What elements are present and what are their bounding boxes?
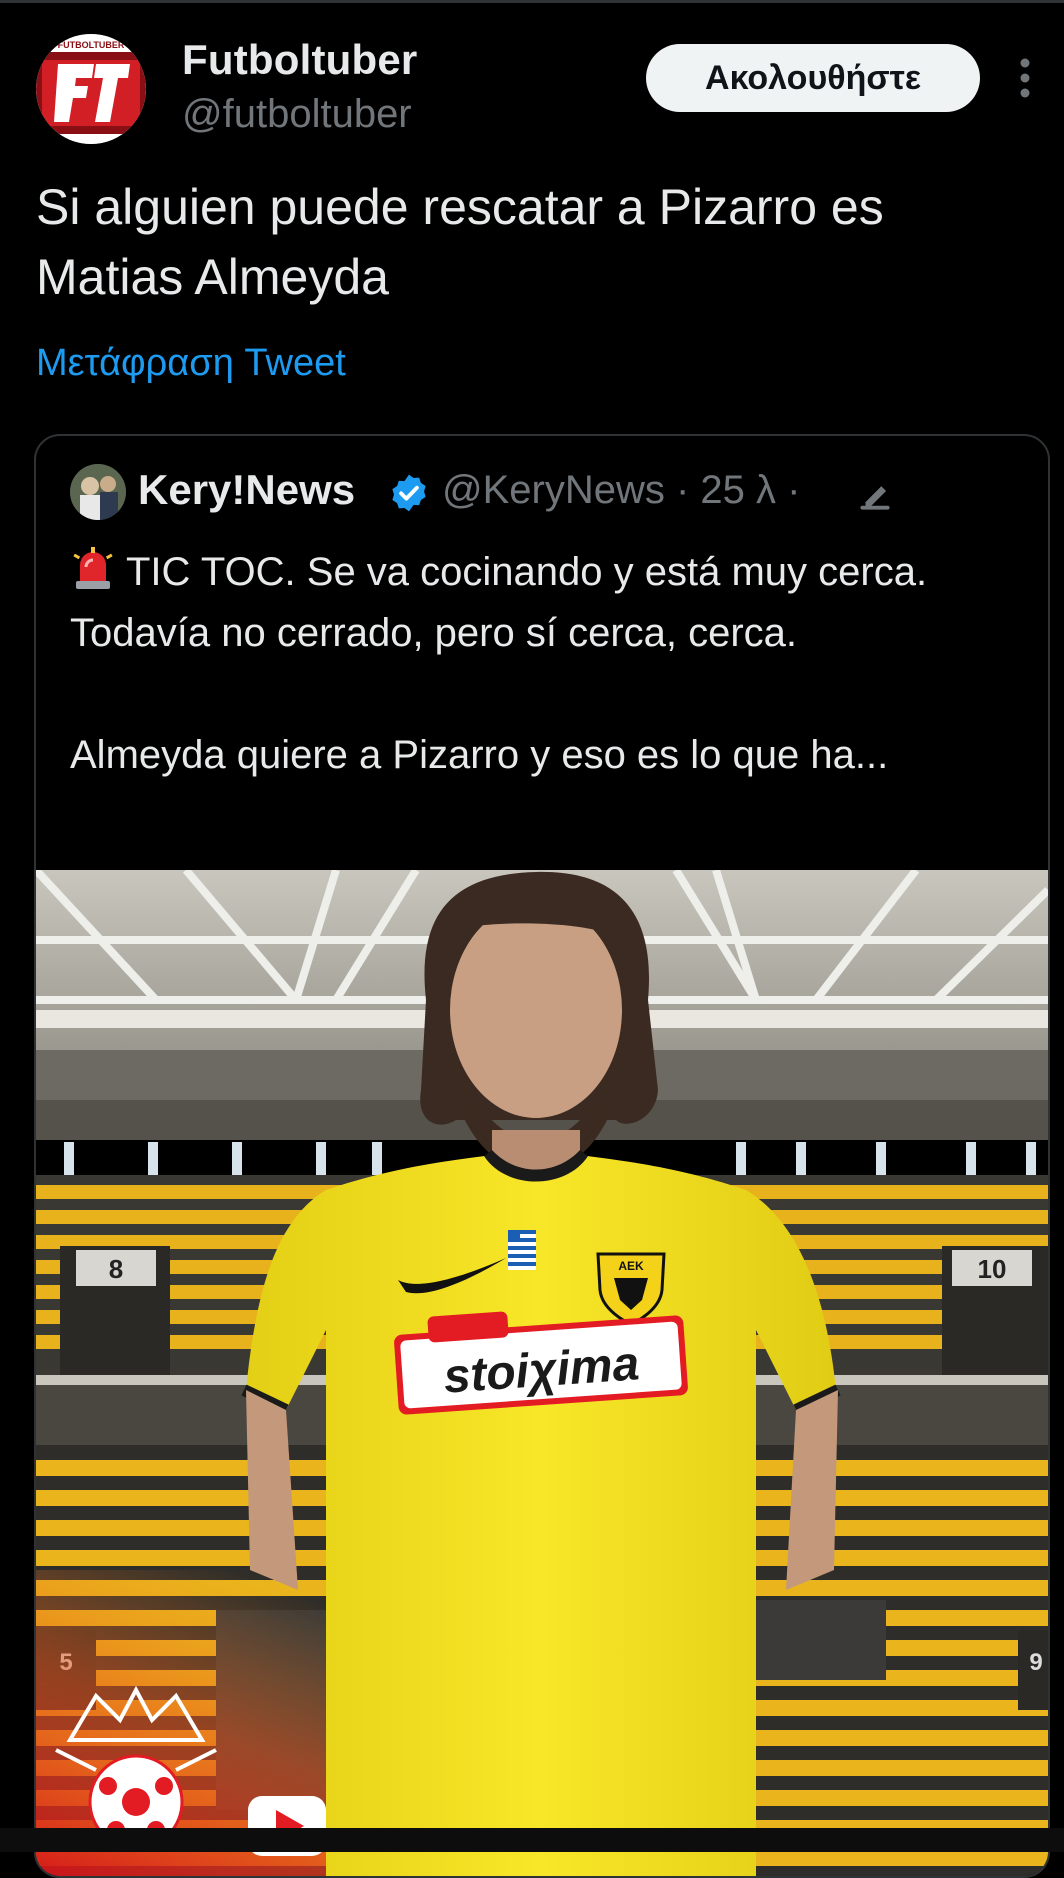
crest-text: ΑΕΚ [618, 1259, 644, 1273]
more-vertical-icon[interactable] [1010, 56, 1040, 100]
police-siren-emoji [70, 545, 116, 591]
kerynews-avatar[interactable] [70, 464, 126, 520]
author-display-name[interactable]: Futboltuber [182, 36, 417, 84]
quoted-timestamp: · 25 λ · [664, 468, 801, 512]
translate-tweet-link[interactable]: Μετάφραση Tweet [36, 342, 346, 385]
quoted-tweet-card[interactable]: Kery!News @KeryNews · 25 λ · TIC TOC. Se… [34, 434, 1050, 1878]
stand-number-bottom-right: 9 [1029, 1649, 1042, 1676]
verified-badge-icon [388, 472, 430, 514]
quoted-tweet-media[interactable]: 8 10 9 ΑΕΚ pame stoiχima [36, 870, 1048, 1876]
quoted-author-meta: @KeryNews · 25 λ · [442, 468, 800, 513]
stand-number-left: 8 [109, 1254, 123, 1284]
avatar-wordmark: FUTBOLTUBER [58, 40, 125, 50]
futboltuber-logo-avatar: FUTBOLTUBER [36, 34, 146, 144]
quoted-tweet-text: TIC TOC. Se va cocinando y está muy cerc… [70, 542, 1020, 786]
quoted-text-line1: TIC TOC. Se va cocinando y está muy cerc… [70, 550, 928, 655]
author-avatar[interactable]: FUTBOLTUBER [36, 34, 146, 144]
stand-number-right: 10 [978, 1254, 1007, 1284]
follow-button[interactable]: Ακολουθήστε [646, 44, 980, 112]
quoted-author-handle[interactable]: @KeryNews [442, 468, 665, 512]
quoted-text-line2: Almeyda quiere a Pizarro y eso es lo que… [70, 733, 889, 777]
quoted-author-name[interactable]: Kery!News [138, 466, 355, 514]
top-divider [0, 0, 1064, 3]
author-handle[interactable]: @futboltuber [182, 92, 412, 137]
tweet-text: Si alguien puede rescatar a Pizarro es M… [36, 179, 884, 305]
edit-pencil-icon [856, 476, 894, 514]
bottom-edge [0, 1828, 1064, 1852]
player-photo: 8 10 9 ΑΕΚ pame stoiχima [36, 870, 1048, 1876]
